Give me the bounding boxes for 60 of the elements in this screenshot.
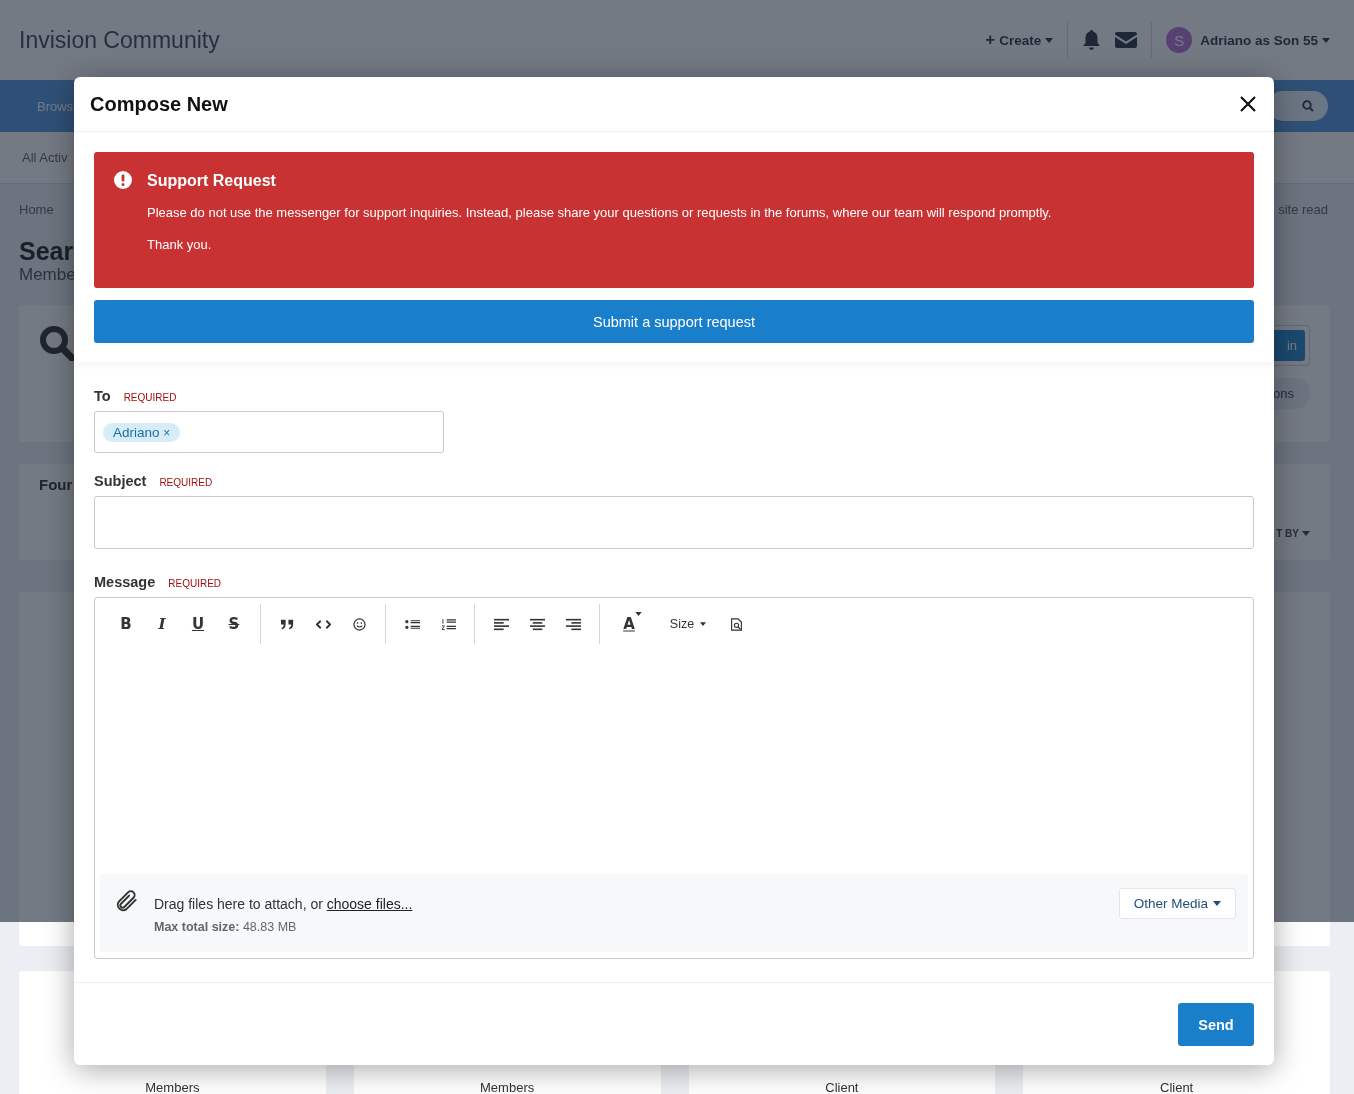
caret-icon [1213, 901, 1221, 906]
caret-icon [1322, 37, 1330, 43]
search-icon [39, 325, 75, 361]
document-preview-icon[interactable] [728, 617, 744, 631]
bold-button[interactable]: B [108, 610, 144, 638]
caret-icon [1302, 531, 1310, 536]
strikethrough-button[interactable]: S [216, 610, 252, 638]
exclamation-icon [114, 171, 132, 189]
alert-closing: Thank you. [147, 236, 213, 254]
send-button[interactable]: Send [1178, 1003, 1254, 1046]
field-label: Message [94, 574, 156, 590]
other-media-button[interactable]: Other Media [1118, 888, 1236, 919]
site-title[interactable]: Invision Community [19, 26, 220, 54]
search-icon [1302, 100, 1314, 112]
member-group: Client [1160, 1080, 1194, 1094]
recipient-tag[interactable]: Adriano × [103, 422, 181, 442]
max-size-text: Max total size: 48.83 MB [154, 920, 298, 934]
page-subtitle: Membe [19, 265, 77, 285]
alert-title: Support Request [147, 172, 277, 190]
align-center-icon[interactable] [529, 617, 545, 631]
bell-icon[interactable] [1082, 30, 1102, 50]
close-icon[interactable] [1240, 96, 1256, 112]
bulleted-list-icon[interactable] [404, 617, 420, 631]
font-size-menu[interactable]: Size [658, 610, 718, 638]
sub-nav-item[interactable]: All Activ [22, 150, 68, 165]
caret-icon [635, 612, 642, 616]
user-menu[interactable]: Adriano as Son 55 [1200, 32, 1330, 48]
envelope-icon[interactable] [1115, 32, 1138, 48]
text-color-button[interactable]: A [608, 610, 650, 638]
smiley-icon[interactable] [351, 617, 367, 631]
required-label: REQUIRED [168, 578, 222, 589]
recipient-field[interactable]: Adriano × [94, 411, 444, 453]
required-label: REQUIRED [159, 477, 213, 488]
attachment-hint: Drag files here to attach, or choose files... [154, 896, 414, 912]
member-group: Members [145, 1080, 200, 1094]
create-menu[interactable]: + Create [985, 30, 1054, 50]
page-title: Sear [19, 237, 74, 265]
required-label: REQUIRED [123, 392, 177, 403]
caret-icon [1045, 37, 1054, 43]
quote-icon[interactable] [279, 617, 295, 631]
align-left-icon[interactable] [493, 617, 509, 631]
italic-button[interactable]: I [144, 610, 180, 638]
member-group: Client [825, 1080, 859, 1094]
support-request-button[interactable]: Submit a support request [94, 300, 1254, 343]
mark-read-link[interactable]: site read [1278, 202, 1328, 217]
sort-menu[interactable]: T BY [1276, 528, 1310, 539]
alert-message: Please do not use the messenger for support inquiries. Instead, please share your questions or requests in the forums, where our team will respond promptly. [147, 204, 1052, 222]
dialog-title: Compose New [90, 92, 228, 116]
member-group: Members [480, 1080, 535, 1094]
breadcrumb-link[interactable]: Home [19, 202, 54, 217]
field-label: To [94, 388, 111, 404]
caret-icon [700, 622, 707, 626]
subject-field[interactable] [94, 496, 1254, 549]
results-title: Four [39, 476, 73, 495]
underline-button[interactable]: U [180, 610, 216, 638]
field-label: Subject [94, 473, 147, 489]
remove-tag-icon[interactable]: × [163, 425, 171, 440]
align-right-icon[interactable] [565, 617, 581, 631]
choose-files-link[interactable]: choose files... [326, 896, 413, 912]
numbered-list-icon[interactable] [440, 617, 456, 631]
